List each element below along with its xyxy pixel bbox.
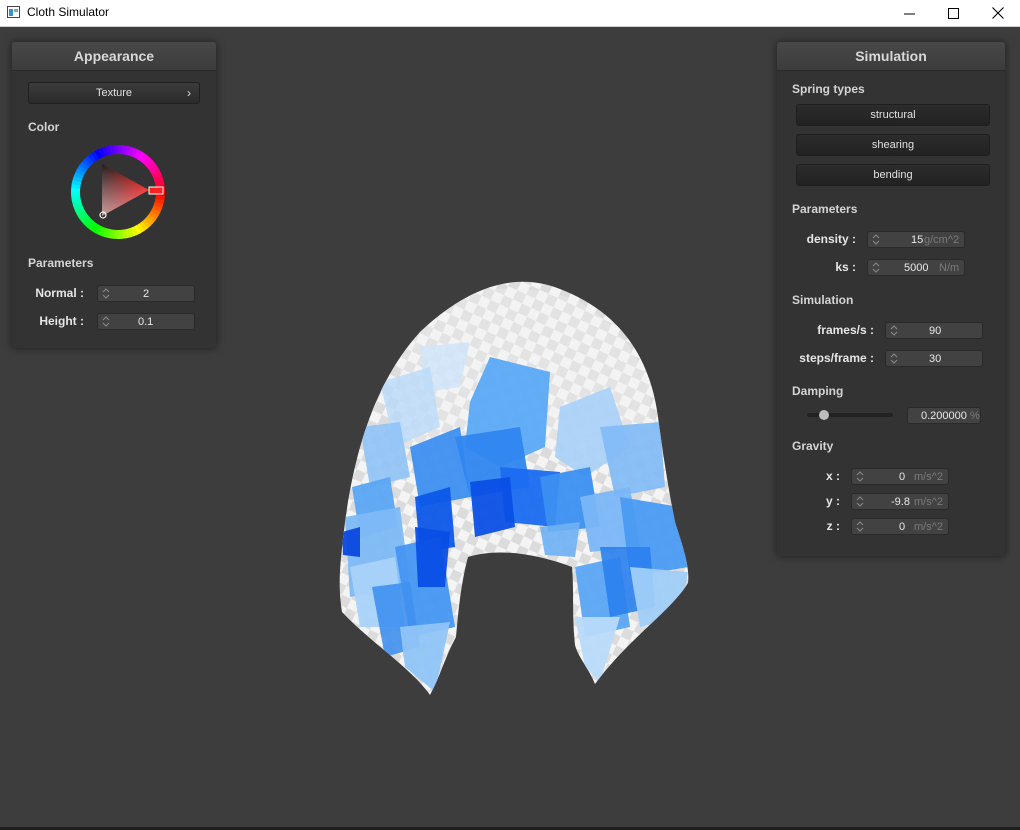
close-icon xyxy=(992,7,1004,19)
ks-value: 5000 xyxy=(904,262,929,274)
appearance-panel: Appearance Texture › Color Parameters No… xyxy=(12,42,216,348)
gravity-label: Gravity xyxy=(792,439,834,453)
gravity-x-input[interactable]: 0 m/s^2 xyxy=(851,468,949,485)
texture-button[interactable]: Texture › xyxy=(28,82,200,104)
normal-label: Normal : xyxy=(35,286,84,300)
spinner-icon[interactable] xyxy=(102,287,110,300)
fps-input[interactable]: 90 xyxy=(885,322,983,339)
color-wheel[interactable] xyxy=(68,142,168,242)
fps-value: 90 xyxy=(929,325,942,337)
sim-parameters-label: Parameters xyxy=(792,202,858,216)
gravity-y-value: -9.8 xyxy=(891,496,910,508)
app-icon xyxy=(7,6,20,18)
gravity-y-input[interactable]: -9.8 m/s^2 xyxy=(851,493,949,510)
fps-label: frames/s : xyxy=(817,323,874,337)
hue-marker[interactable] xyxy=(148,186,164,195)
ks-input[interactable]: 5000 N/m xyxy=(867,259,965,276)
sim-simulation-label: Simulation xyxy=(792,293,854,307)
structural-button[interactable]: structural xyxy=(796,104,990,126)
damping-label: Damping xyxy=(792,384,844,398)
spring-types-label: Spring types xyxy=(792,82,865,96)
density-label: density : xyxy=(806,232,856,246)
maximize-icon xyxy=(947,7,959,19)
close-button[interactable] xyxy=(975,0,1020,26)
normal-value: 2 xyxy=(143,288,150,300)
damping-input[interactable]: 0.200000 % xyxy=(907,407,981,424)
density-value: 15 xyxy=(911,234,924,246)
spinner-icon[interactable] xyxy=(856,470,864,483)
simulation-panel: Simulation Spring types structural shear… xyxy=(777,42,1005,556)
minimize-button[interactable] xyxy=(886,0,932,26)
density-unit: g/cm^2 xyxy=(924,234,960,246)
minimize-icon xyxy=(903,13,915,14)
gravity-y-label: y : xyxy=(825,494,840,508)
spinner-icon[interactable] xyxy=(872,233,880,246)
gravity-z-input[interactable]: 0 m/s^2 xyxy=(851,518,949,535)
ks-unit: N/m xyxy=(939,262,960,274)
gravity-x-label: x : xyxy=(825,469,840,483)
bending-button[interactable]: bending xyxy=(796,164,990,186)
gravity-z-unit: m/s^2 xyxy=(914,521,943,533)
chevron-right-icon: › xyxy=(187,86,191,100)
steps-input[interactable]: 30 xyxy=(885,350,983,367)
ks-label: ks : xyxy=(835,260,856,274)
gravity-x-unit: m/s^2 xyxy=(914,471,943,483)
damping-value: 0.200000 xyxy=(921,410,967,422)
window-title: Cloth Simulator xyxy=(27,5,110,19)
shearing-button[interactable]: shearing xyxy=(796,134,990,156)
maximize-button[interactable] xyxy=(930,0,976,26)
color-section-label: Color xyxy=(28,120,60,134)
appearance-header: Appearance xyxy=(12,42,216,71)
density-input[interactable]: 15 g/cm^2 xyxy=(867,231,965,248)
window-title-bar: Cloth Simulator xyxy=(0,0,1020,27)
spinner-icon[interactable] xyxy=(856,520,864,533)
spinner-icon[interactable] xyxy=(890,324,898,337)
height-input[interactable]: 0.1 xyxy=(97,313,195,330)
height-label: Height : xyxy=(39,314,84,328)
steps-label: steps/frame : xyxy=(799,351,874,365)
appearance-parameters-label: Parameters xyxy=(28,256,94,270)
gravity-z-value: 0 xyxy=(899,521,906,533)
damping-unit: % xyxy=(970,410,980,422)
spinner-icon[interactable] xyxy=(890,352,898,365)
simulation-header: Simulation xyxy=(777,42,1005,71)
normal-input[interactable]: 2 xyxy=(97,285,195,302)
damping-slider-handle[interactable] xyxy=(819,410,830,420)
texture-label: Texture xyxy=(95,87,133,99)
height-value: 0.1 xyxy=(138,316,154,328)
spinner-icon[interactable] xyxy=(872,261,880,274)
steps-value: 30 xyxy=(929,353,942,365)
gravity-z-label: z : xyxy=(826,519,840,533)
spinner-icon[interactable] xyxy=(102,315,110,328)
gravity-y-unit: m/s^2 xyxy=(914,496,943,508)
spinner-icon[interactable] xyxy=(856,495,864,508)
gravity-x-value: 0 xyxy=(899,471,906,483)
